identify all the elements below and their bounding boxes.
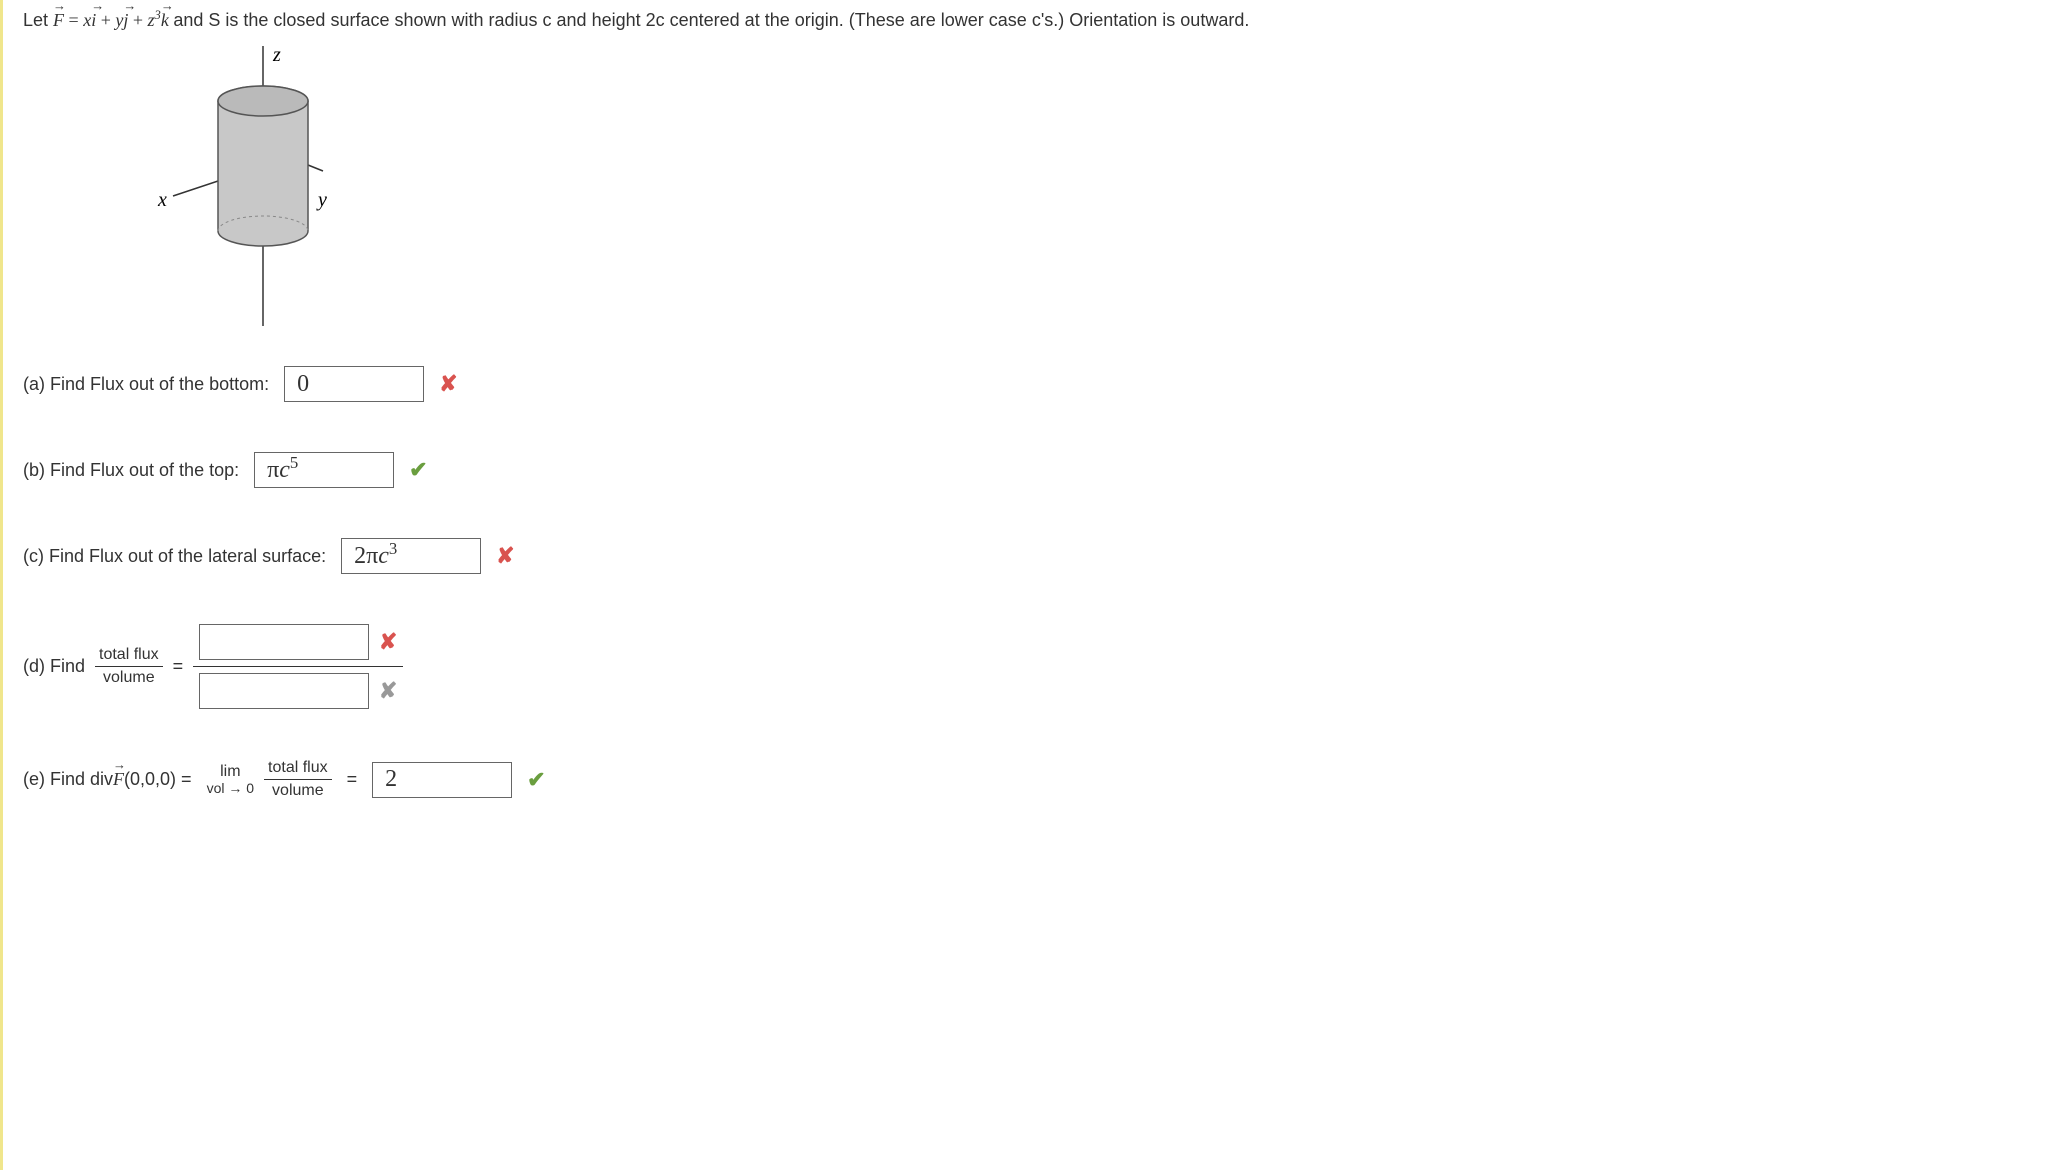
part-d-equals: = (173, 656, 184, 677)
part-b-answer-math: πc5 (267, 457, 298, 484)
part-c-answer-math: 2πc3 (354, 543, 397, 570)
part-d-label-prefix: (d) Find (23, 656, 85, 677)
z-axis-label: z (272, 46, 281, 66)
part-e-prefix: (e) Find div (23, 769, 113, 789)
y-axis-label: y (316, 189, 327, 211)
limit-notation: lim vol → 0 (207, 763, 254, 796)
correct-icon: ✔ (527, 767, 545, 793)
part-d-row: (d) Find total flux volume = ✘ ✘ (23, 624, 2026, 709)
lim-top: lim (220, 763, 240, 781)
gray-wrong-icon: ✘ (379, 678, 397, 704)
fraction-line (193, 666, 403, 667)
vector-equation: F→ = xi→ + yj→ + z3k→ (53, 10, 173, 30)
frac-denominator-label: volume (95, 667, 163, 687)
part-e-limit-expression: lim vol → 0 total flux volume (207, 759, 332, 800)
part-e-equals: = (347, 769, 358, 790)
frac-numerator-label: total flux (264, 759, 332, 780)
part-d-denominator-input[interactable] (199, 673, 369, 709)
part-e-label: (e) Find divF→(0,0,0) = (23, 769, 192, 790)
correct-icon: ✔ (409, 457, 427, 483)
cylinder-figure: z x y (123, 46, 363, 326)
part-e-answer-input[interactable]: 2 (372, 762, 512, 798)
part-a-answer-input[interactable]: 0 (284, 366, 424, 402)
part-b-answer-input[interactable]: πc5 (254, 452, 394, 488)
x-axis-label: x (157, 189, 167, 211)
problem-prefix: Let (23, 10, 53, 30)
part-d-answer-fraction: ✘ ✘ (193, 624, 403, 709)
wrong-icon: ✘ (496, 543, 514, 569)
wrong-icon: ✘ (379, 629, 397, 655)
wrong-icon: ✘ (439, 371, 457, 397)
problem-statement: Let F→ = xi→ + yj→ + z3k→ and S is the c… (23, 10, 2026, 31)
frac-numerator-label: total flux (95, 646, 163, 667)
part-d-numerator-input[interactable] (199, 624, 369, 660)
part-e-point: (0,0,0) = (124, 769, 192, 789)
part-c-row: (c) Find Flux out of the lateral surface… (23, 538, 2026, 574)
part-c-answer-input[interactable]: 2πc3 (341, 538, 481, 574)
part-a-label: (a) Find Flux out of the bottom: (23, 374, 269, 395)
part-e-row: (e) Find divF→(0,0,0) = lim vol → 0 tota… (23, 759, 2026, 800)
lim-bottom: vol → 0 (207, 781, 254, 796)
part-d-fraction-label: total flux volume (95, 646, 163, 687)
part-a-row: (a) Find Flux out of the bottom: 0 ✘ (23, 366, 2026, 402)
problem-suffix: and S is the closed surface shown with r… (173, 10, 1249, 30)
frac-denominator-label: volume (264, 780, 332, 800)
part-b-label: (b) Find Flux out of the top: (23, 460, 239, 481)
part-b-row: (b) Find Flux out of the top: πc5 ✔ (23, 452, 2026, 488)
part-e-fraction: total flux volume (264, 759, 332, 800)
part-c-label: (c) Find Flux out of the lateral surface… (23, 546, 326, 567)
